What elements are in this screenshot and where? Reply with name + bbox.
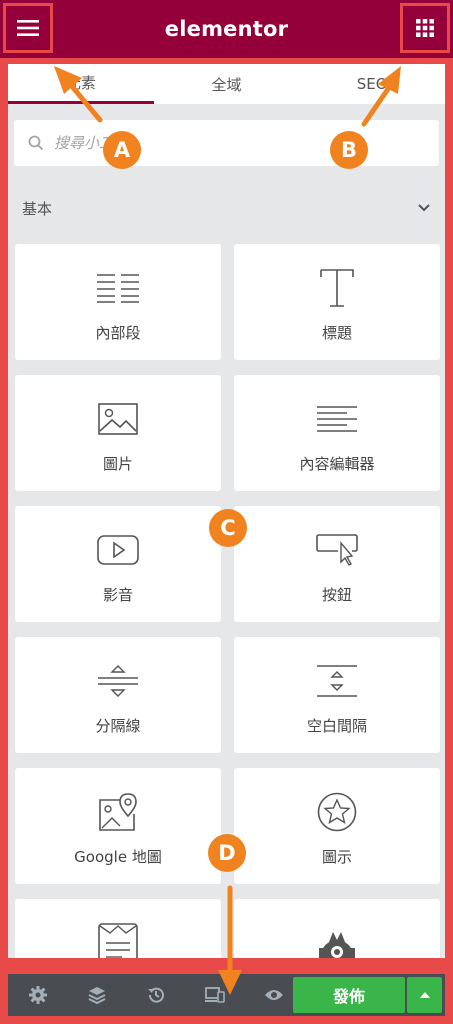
category-title: 基本	[22, 199, 53, 218]
widget-label: 按鈕	[321, 586, 352, 604]
inner-section-icon	[97, 274, 139, 303]
annotation-b-badge: B	[330, 131, 368, 169]
elementor-logo: elementor	[164, 17, 289, 41]
history-icon	[147, 987, 164, 1003]
widgets-panel-button[interactable]	[400, 3, 450, 53]
star-icon	[317, 792, 357, 832]
form-icon	[98, 923, 138, 958]
panel-tabs: 元素 全域 SEO	[8, 64, 445, 104]
publish-options-button[interactable]	[407, 977, 442, 1013]
widget-button[interactable]: 按鈕	[234, 506, 440, 622]
widget-inner-section[interactable]: 內部段	[15, 244, 221, 360]
settings-button[interactable]	[8, 974, 67, 1016]
chevron-down-icon	[418, 204, 430, 212]
widget-label: 影音	[102, 586, 133, 604]
map-icon	[99, 793, 137, 831]
button-icon	[316, 534, 358, 566]
widget-search[interactable]	[14, 120, 439, 166]
heading-icon	[320, 269, 354, 307]
widget-image[interactable]: 圖片	[15, 375, 221, 491]
grid-icon	[416, 19, 434, 37]
search-icon	[28, 135, 44, 151]
widget-label: 圖示	[321, 848, 352, 866]
text-editor-icon	[317, 406, 357, 432]
spacer-icon	[317, 665, 357, 697]
annotation-a-badge: A	[103, 131, 141, 169]
widget-label: 內部段	[95, 324, 141, 342]
bottom-toolbar-frame: 發佈	[0, 966, 453, 1024]
widget-form[interactable]	[15, 899, 221, 958]
preview-icon	[264, 990, 283, 1000]
widget-spacer[interactable]: 空白間隔	[234, 637, 440, 753]
layers-icon	[88, 987, 105, 1004]
widget-label: 圖片	[102, 455, 133, 473]
annotation-d-badge: D	[208, 834, 246, 872]
search-input[interactable]	[54, 134, 354, 152]
widget-text-editor[interactable]: 內容編輯器	[234, 375, 440, 491]
image-icon	[98, 403, 138, 435]
widget-icon[interactable]: 圖示	[234, 768, 440, 884]
widget-divider[interactable]: 分隔線	[15, 637, 221, 753]
bottom-toolbar: 發佈	[8, 974, 445, 1016]
widget-label: 內容編輯器	[299, 455, 375, 473]
widget-label: 標題	[321, 324, 352, 342]
annotation-c-badge: C	[209, 509, 247, 547]
widget-video[interactable]: 影音	[15, 506, 221, 622]
robot-icon	[319, 932, 355, 958]
tab-seo[interactable]: SEO	[299, 64, 445, 104]
widget-label: 分隔線	[95, 717, 141, 735]
widget-robot[interactable]	[234, 899, 440, 958]
divider-icon	[98, 665, 138, 697]
responsive-icon	[204, 987, 225, 1003]
tab-global[interactable]: 全域	[154, 64, 300, 104]
widget-google-maps[interactable]: Google 地圖	[15, 768, 221, 884]
widget-label: Google 地圖	[74, 848, 162, 866]
caret-up-icon	[419, 992, 430, 998]
history-button[interactable]	[126, 974, 185, 1016]
video-icon	[97, 535, 139, 565]
category-header-basic[interactable]: 基本	[14, 190, 439, 226]
settings-icon	[28, 986, 47, 1004]
widget-label: 空白間隔	[306, 717, 367, 735]
navigator-button[interactable]	[67, 974, 126, 1016]
editor-header: elementor	[0, 0, 453, 58]
widget-heading[interactable]: 標題	[234, 244, 440, 360]
publish-button[interactable]: 發佈	[293, 977, 405, 1013]
tab-elements[interactable]: 元素	[8, 64, 154, 104]
responsive-mode-button[interactable]	[185, 974, 244, 1016]
